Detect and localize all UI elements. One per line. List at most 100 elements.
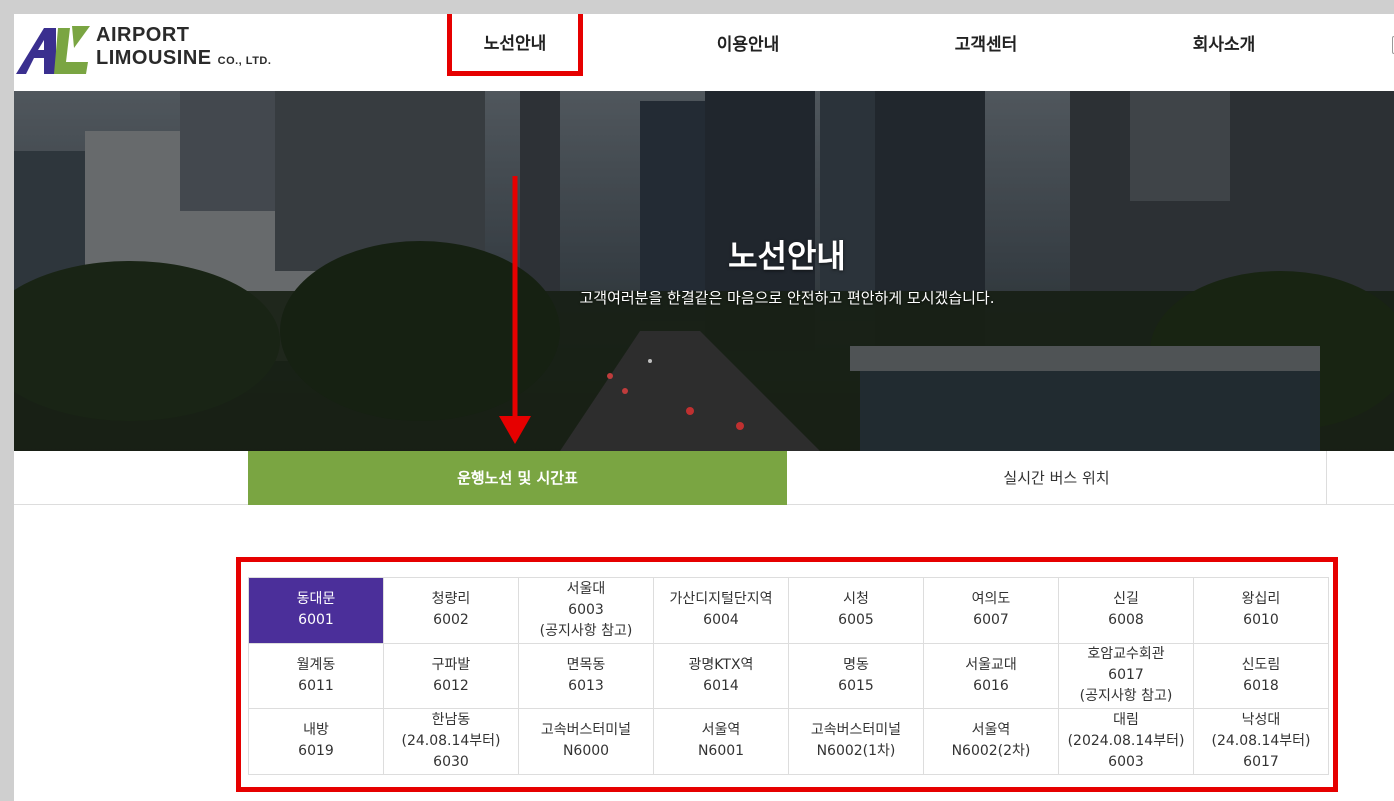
route-cell[interactable]: 청량리 6002 xyxy=(383,577,519,644)
logo-text-line2: LIMOUSINE CO., LTD. xyxy=(96,47,271,70)
logo-text-limousine: LIMOUSINE xyxy=(96,47,212,69)
page-frame: AIRPORT LIMOUSINE CO., LTD. 노선안내 이용안내 고객센… xyxy=(14,14,1394,801)
route-code: N6000 xyxy=(562,743,610,760)
route-code: N6002(2차) xyxy=(951,743,1031,760)
route-code: 6011 xyxy=(298,677,334,694)
route-note: (24.08.14부터) xyxy=(1211,732,1311,749)
route-name: 신도림 xyxy=(1241,656,1281,673)
route-cell[interactable]: 대림 (2024.08.14부터) 6003 xyxy=(1058,708,1194,775)
route-code: 6002 xyxy=(433,612,469,629)
logo-mark-icon xyxy=(16,26,90,74)
nav-routes[interactable]: 노선안내 xyxy=(447,14,583,76)
route-name: 서울교대 xyxy=(965,656,1017,673)
annotation-arrow-icon xyxy=(499,176,531,444)
route-cell[interactable]: 내방 6019 xyxy=(248,708,384,775)
tab-timetable[interactable]: 운행노선 및 시간표 xyxy=(248,451,787,505)
route-cell[interactable]: 서울교대 6016 xyxy=(923,642,1059,710)
route-code: 6001 xyxy=(298,612,334,629)
route-code: 6016 xyxy=(973,677,1009,694)
logo-text-line1: AIRPORT xyxy=(96,24,190,46)
route-name: 서울역 xyxy=(971,722,1011,739)
route-code: 6014 xyxy=(703,677,739,694)
route-name: 청량리 xyxy=(431,591,471,608)
nav-usage[interactable]: 이용안내 xyxy=(688,14,808,76)
route-cell[interactable]: 면목동 6013 xyxy=(518,642,654,710)
route-cell[interactable]: 서울역 N6002(2차) xyxy=(923,708,1059,775)
route-cell[interactable]: 가산디지털단지역 6004 xyxy=(653,577,789,644)
route-name: 호암교수회관 xyxy=(1087,646,1165,663)
route-cell[interactable]: 신길 6008 xyxy=(1058,577,1194,644)
route-name: 신길 xyxy=(1113,591,1139,608)
route-name: 월계동 xyxy=(296,656,336,673)
route-code: 6030 xyxy=(433,753,469,770)
route-cell[interactable]: 구파발 6012 xyxy=(383,642,519,710)
route-name: 가산디지털단지역 xyxy=(669,591,773,608)
route-cell[interactable]: 고속버스터미널 N6000 xyxy=(518,708,654,775)
site-header: AIRPORT LIMOUSINE CO., LTD. 노선안내 이용안내 고객센… xyxy=(14,14,1394,91)
route-name: 시청 xyxy=(843,591,869,608)
route-cell[interactable]: 신도림 6018 xyxy=(1193,642,1329,710)
route-row: 동대문 6001 청량리 6002 서울대 6003 (공지사항 참고) 가산디지털단지역 60… xyxy=(248,577,1329,644)
route-name: 대림 xyxy=(1113,711,1139,728)
route-name: 고속버스터미널 xyxy=(810,722,902,739)
hero-title: 노선안내 xyxy=(728,237,846,275)
route-name: 광명KTX역 xyxy=(688,656,754,673)
route-name: 동대문 xyxy=(296,591,336,608)
route-cell[interactable]: 광명KTX역 6014 xyxy=(653,642,789,710)
route-table: 동대문 6001 청량리 6002 서울대 6003 (공지사항 참고) 가산디지털단지역 60… xyxy=(248,577,1329,775)
route-name: 명동 xyxy=(843,656,869,673)
hero-banner: 노선안내 고객여러분을 한결같은 마음으로 안전하고 편안하게 모시겠습니다. xyxy=(14,91,1394,451)
route-name: 한남동 xyxy=(431,711,471,728)
route-row: 월계동 6011 구파발 6012 면목동 6013 광명KTX역 6014 명동 6015 서울교… xyxy=(248,642,1329,710)
route-cell[interactable]: 고속버스터미널 N6002(1차) xyxy=(788,708,924,775)
route-name: 여의도 xyxy=(971,591,1011,608)
route-cell[interactable]: 월계동 6011 xyxy=(248,642,384,710)
route-code: 6007 xyxy=(973,612,1009,629)
route-code: 6013 xyxy=(568,677,604,694)
route-cell[interactable]: 시청 6005 xyxy=(788,577,924,644)
route-name: 서울역 xyxy=(701,722,741,739)
route-name: 내방 xyxy=(303,722,329,739)
route-cell[interactable]: 동대문 6001 xyxy=(248,577,384,644)
route-row: 내방 6019 한남동 (24.08.14부터) 6030 고속버스터미널 N6000 서울역… xyxy=(248,708,1329,775)
route-code: N6001 xyxy=(697,743,745,760)
route-note: (공지사항 참고) xyxy=(539,622,633,639)
route-cell[interactable]: 명동 6015 xyxy=(788,642,924,710)
route-code: 6010 xyxy=(1243,612,1279,629)
route-code: 6005 xyxy=(838,612,874,629)
route-name: 왕십리 xyxy=(1241,591,1281,608)
route-cell[interactable]: 왕십리 6010 xyxy=(1193,577,1329,644)
route-cell[interactable]: 여의도 6007 xyxy=(923,577,1059,644)
route-cell[interactable]: 한남동 (24.08.14부터) 6030 xyxy=(383,708,519,775)
route-name: 고속버스터미널 xyxy=(540,722,632,739)
route-note: (2024.08.14부터) xyxy=(1067,732,1185,749)
route-code: 6019 xyxy=(298,743,334,760)
route-code: 6003 xyxy=(1108,753,1144,770)
route-name: 낙성대 xyxy=(1241,711,1281,728)
route-name: 구파발 xyxy=(431,656,471,673)
hero-subtitle: 고객여러분을 한결같은 마음으로 안전하고 편안하게 모시겠습니다. xyxy=(579,289,995,307)
nav-customer-service[interactable]: 고객센터 xyxy=(926,14,1046,76)
route-code: 6004 xyxy=(703,612,739,629)
route-note: (24.08.14부터) xyxy=(401,732,501,749)
logo-text-suffix: CO., LTD. xyxy=(217,55,272,67)
route-code: 6017 xyxy=(1108,667,1144,684)
route-cell[interactable]: 서울대 6003 (공지사항 참고) xyxy=(518,577,654,644)
route-cell[interactable]: 호암교수회관 6017 (공지사항 참고) xyxy=(1058,642,1194,710)
route-code: N6002(1차) xyxy=(816,743,896,760)
tab-realtime-bus[interactable]: 실시간 버스 위치 xyxy=(787,451,1327,505)
route-cell[interactable]: 낙성대 (24.08.14부터) 6017 xyxy=(1193,708,1329,775)
route-code: 6008 xyxy=(1108,612,1144,629)
route-name: 면목동 xyxy=(566,656,606,673)
company-logo[interactable]: AIRPORT LIMOUSINE CO., LTD. xyxy=(14,22,294,78)
route-note: (공지사항 참고) xyxy=(1079,688,1173,705)
route-name: 서울대 xyxy=(566,580,606,597)
route-code: 6015 xyxy=(838,677,874,694)
nav-about[interactable]: 회사소개 xyxy=(1164,14,1284,76)
route-code: 6003 xyxy=(568,601,604,618)
route-code: 6017 xyxy=(1243,753,1279,770)
route-cell[interactable]: 서울역 N6001 xyxy=(653,708,789,775)
route-tabs: 운행노선 및 시간표 실시간 버스 위치 xyxy=(14,451,1394,505)
route-code: 6018 xyxy=(1243,677,1279,694)
route-code: 6012 xyxy=(433,677,469,694)
